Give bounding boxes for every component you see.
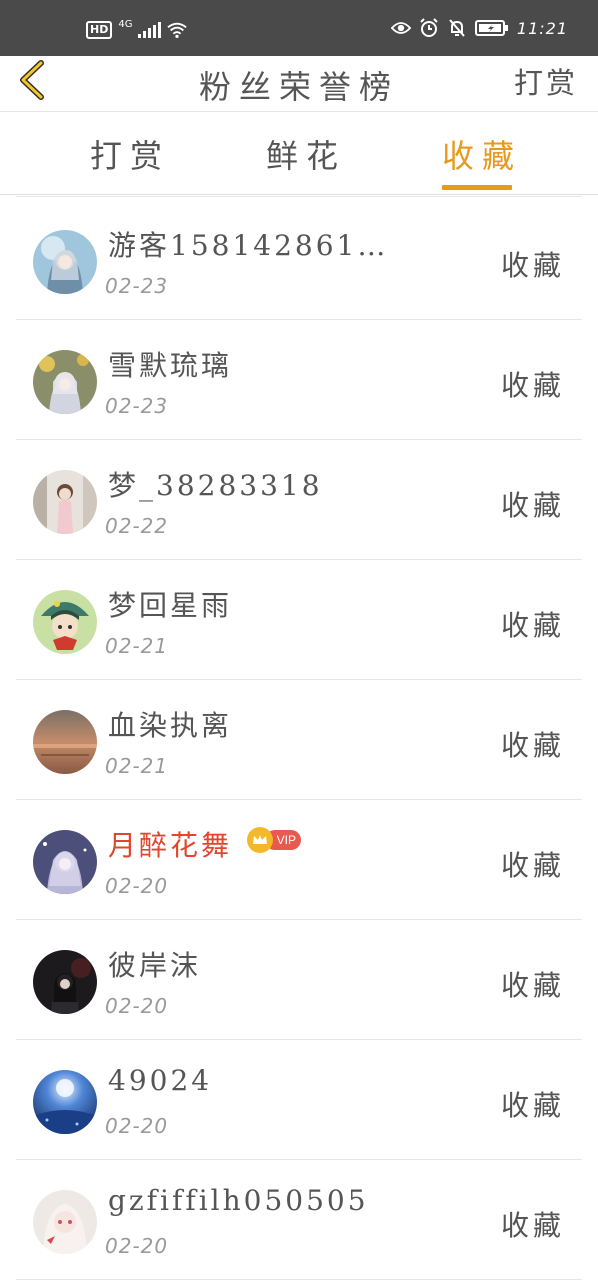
status-right: 11:21 xyxy=(390,18,568,38)
list-item[interactable]: 月醉花舞 VIP 02-20 收藏 xyxy=(0,800,598,920)
tab-reward[interactable]: 打赏 xyxy=(90,131,170,177)
status-bar: HD 4G 11:21 xyxy=(0,0,598,56)
list-item[interactable]: 彼岸沫 02-20 收藏 xyxy=(0,920,598,1040)
tab-favorites[interactable]: 收藏 xyxy=(442,131,522,177)
avatar[interactable] xyxy=(33,1070,97,1134)
fan-name: 游客158142861… xyxy=(108,229,389,262)
fan-action-label: 收藏 xyxy=(500,609,565,642)
fan-name: 49024 xyxy=(108,1064,213,1097)
list-item[interactable]: 游客158142861… 02-23 收藏 xyxy=(0,200,598,320)
list-item[interactable]: gzfiffilh050505 02-20 收藏 xyxy=(0,1160,598,1280)
battery-icon xyxy=(474,18,509,38)
fan-date: 02-20 xyxy=(105,1114,169,1138)
list-item[interactable]: 梦回星雨 02-21 收藏 xyxy=(0,560,598,680)
tab-flowers[interactable]: 鲜花 xyxy=(266,131,346,177)
list-item[interactable]: 49024 02-20 收藏 xyxy=(0,1040,598,1160)
list-item[interactable]: 雪默琉璃 02-23 收藏 xyxy=(0,320,598,440)
fan-action-label: 收藏 xyxy=(500,1089,565,1122)
fan-action-label: 收藏 xyxy=(500,489,565,522)
vip-badge: VIP xyxy=(247,826,301,854)
fan-name: 月醉花舞 xyxy=(108,829,233,862)
fan-name: gzfiffilh050505 xyxy=(108,1184,369,1217)
fan-date: 02-20 xyxy=(105,1234,169,1258)
wifi-icon xyxy=(167,20,188,40)
fan-date: 02-23 xyxy=(105,274,169,298)
status-left: HD 4G xyxy=(86,18,188,40)
avatar[interactable] xyxy=(33,950,97,1014)
fan-date: 02-21 xyxy=(105,634,169,658)
mute-bell-icon xyxy=(447,18,467,38)
fan-name: 彼岸沫 xyxy=(108,949,202,982)
avatar[interactable] xyxy=(33,710,97,774)
fan-name: 梦_38283318 xyxy=(108,469,323,502)
avatar[interactable] xyxy=(33,350,97,414)
list-item[interactable]: 血染执离 02-21 收藏 xyxy=(0,680,598,800)
active-tab-indicator xyxy=(442,185,512,190)
fan-name: 血染执离 xyxy=(108,709,233,742)
hd-badge: HD xyxy=(86,21,113,39)
list-item[interactable]: 梦_38283318 02-22 收藏 xyxy=(0,440,598,560)
avatar[interactable] xyxy=(33,1190,97,1254)
header: 粉丝荣誉榜 打赏 xyxy=(0,56,598,112)
fan-action-label: 收藏 xyxy=(500,369,565,402)
fan-action-label: 收藏 xyxy=(500,969,565,1002)
fan-action-label: 收藏 xyxy=(500,729,565,762)
network-type: 4G xyxy=(118,18,133,30)
eye-icon xyxy=(390,18,411,38)
fan-date: 02-21 xyxy=(105,754,169,778)
alarm-icon xyxy=(419,18,439,38)
tab-bar: 打赏 鲜花 收藏 xyxy=(0,113,598,195)
fan-date: 02-23 xyxy=(105,394,169,418)
fan-date: 02-20 xyxy=(105,994,169,1018)
page-title: 粉丝荣誉榜 xyxy=(198,68,399,106)
avatar[interactable] xyxy=(33,230,97,294)
list-divider xyxy=(16,196,582,197)
reward-button[interactable]: 打赏 xyxy=(514,60,578,102)
fan-name: 雪默琉璃 xyxy=(108,349,233,382)
fan-name: 梦回星雨 xyxy=(108,589,233,622)
avatar[interactable] xyxy=(33,470,97,534)
fan-action-label: 收藏 xyxy=(500,249,565,282)
fan-date: 02-22 xyxy=(105,514,169,538)
fan-date: 02-20 xyxy=(105,874,169,898)
signal-icon xyxy=(138,22,162,38)
fan-action-label: 收藏 xyxy=(500,849,565,882)
clock-time: 11:21 xyxy=(516,18,568,38)
fan-action-label: 收藏 xyxy=(500,1209,565,1242)
crown-icon xyxy=(247,827,273,853)
avatar[interactable] xyxy=(33,830,97,894)
avatar[interactable] xyxy=(33,590,97,654)
